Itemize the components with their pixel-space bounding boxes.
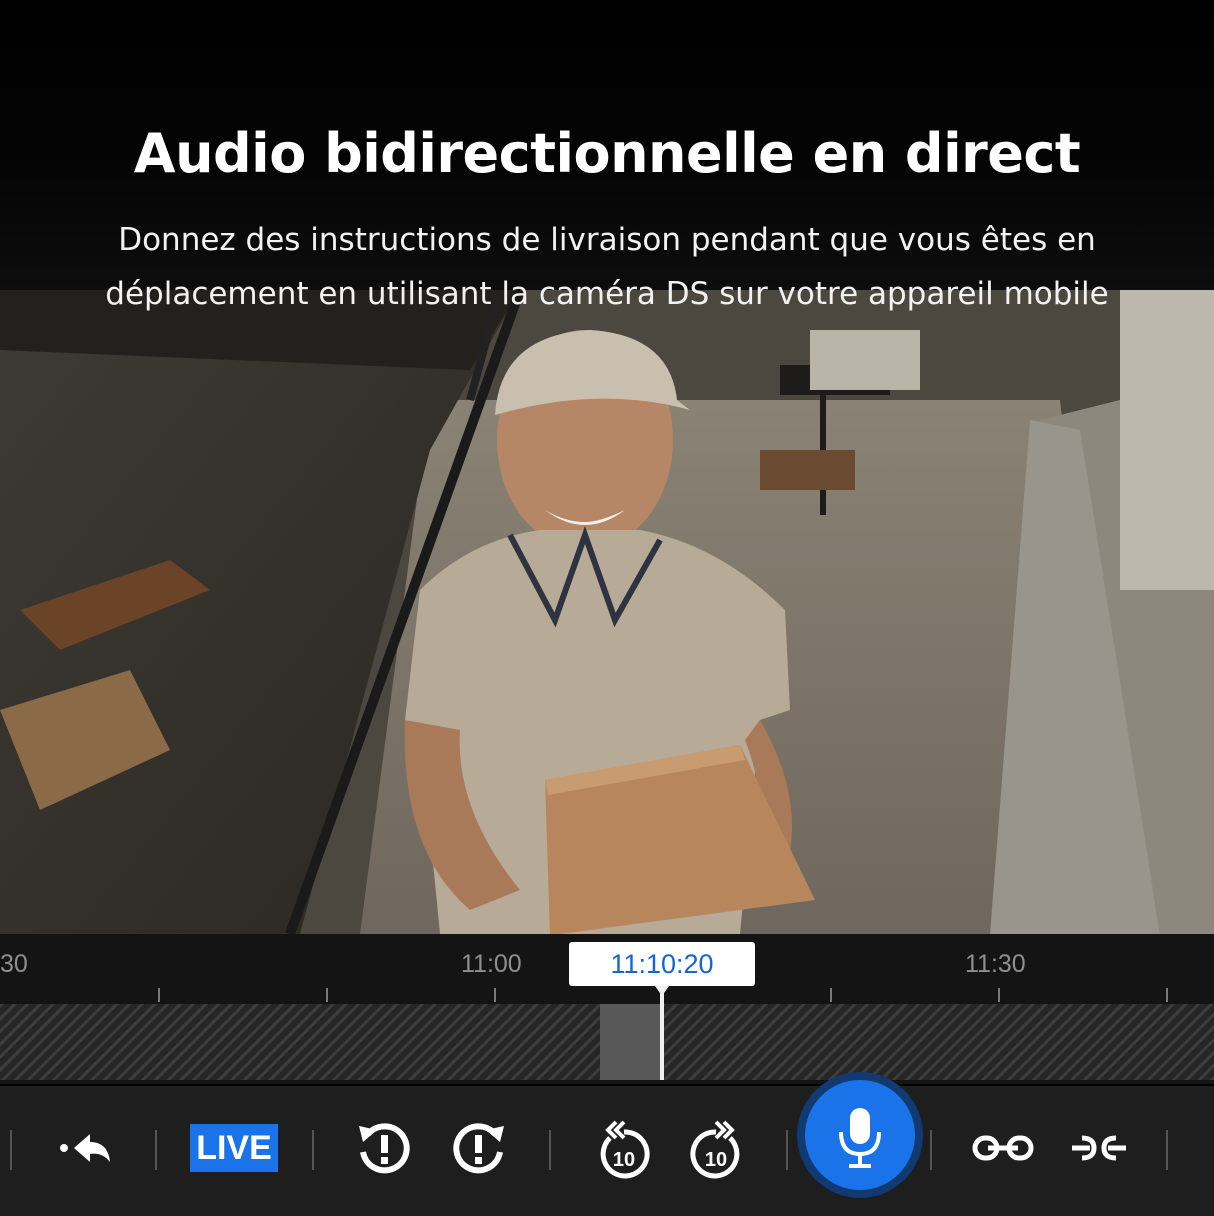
toolbar-separator	[786, 1130, 788, 1170]
collapse-icon	[1072, 1135, 1126, 1161]
forward-10-icon: 10	[690, 1120, 740, 1179]
replay-event-button[interactable]	[355, 1120, 413, 1178]
toolbar-separator	[10, 1130, 12, 1170]
rewind-seconds: 10	[613, 1149, 635, 1171]
collapse-button[interactable]	[1068, 1128, 1130, 1168]
forward-10-button[interactable]: 10	[686, 1116, 746, 1180]
replay-alert-icon	[359, 1123, 410, 1174]
camera-feed-image	[0, 290, 1214, 934]
current-time-badge: 11:10:20	[569, 942, 755, 986]
camera-feed[interactable]	[0, 290, 1214, 934]
timeline-label: 11:00	[461, 950, 522, 978]
forward-event-button[interactable]	[450, 1120, 508, 1178]
timeline-label: 30	[0, 950, 28, 978]
rewind-10-button[interactable]: 10	[594, 1116, 654, 1180]
timeline-tick	[494, 988, 496, 1002]
promo-header: Audio bidirectionnelle en direct Donnez …	[0, 0, 1214, 312]
toolbar-separator	[1166, 1130, 1168, 1170]
timeline-tick	[158, 988, 160, 1002]
talk-button[interactable]	[805, 1080, 915, 1190]
back-button[interactable]	[56, 1126, 116, 1170]
timeline[interactable]: 30 11:00 11:30 11:10:20	[0, 934, 1214, 1084]
expand-button[interactable]	[972, 1128, 1034, 1168]
playhead[interactable]	[660, 990, 664, 1080]
promo-subtitle: Donnez des instructions de livraison pen…	[105, 222, 1109, 312]
timeline-tick	[326, 988, 328, 1002]
timeline-label: 11:30	[965, 950, 1026, 978]
microphone-icon	[839, 1108, 881, 1168]
live-button[interactable]: LIVE	[190, 1124, 278, 1172]
back-arrow-icon	[60, 1134, 110, 1162]
timeline-tick	[998, 988, 1000, 1002]
toolbar-separator	[155, 1130, 157, 1170]
rewind-10-icon: 10	[600, 1120, 650, 1179]
timeline-tick	[830, 988, 832, 1002]
promo-title: Audio bidirectionnelle en direct	[133, 122, 1081, 185]
playback-toolbar: LIVE 10 10	[0, 1080, 1214, 1216]
toolbar-separator	[930, 1130, 932, 1170]
forward-seconds: 10	[705, 1149, 727, 1171]
playhead-tip	[655, 986, 669, 996]
toolbar-separator	[312, 1130, 314, 1170]
recorded-clip[interactable]	[600, 1004, 662, 1080]
toolbar-separator	[549, 1130, 551, 1170]
forward-alert-icon	[453, 1123, 504, 1174]
timeline-tick	[1166, 988, 1168, 1002]
expand-icon	[972, 1135, 1034, 1161]
